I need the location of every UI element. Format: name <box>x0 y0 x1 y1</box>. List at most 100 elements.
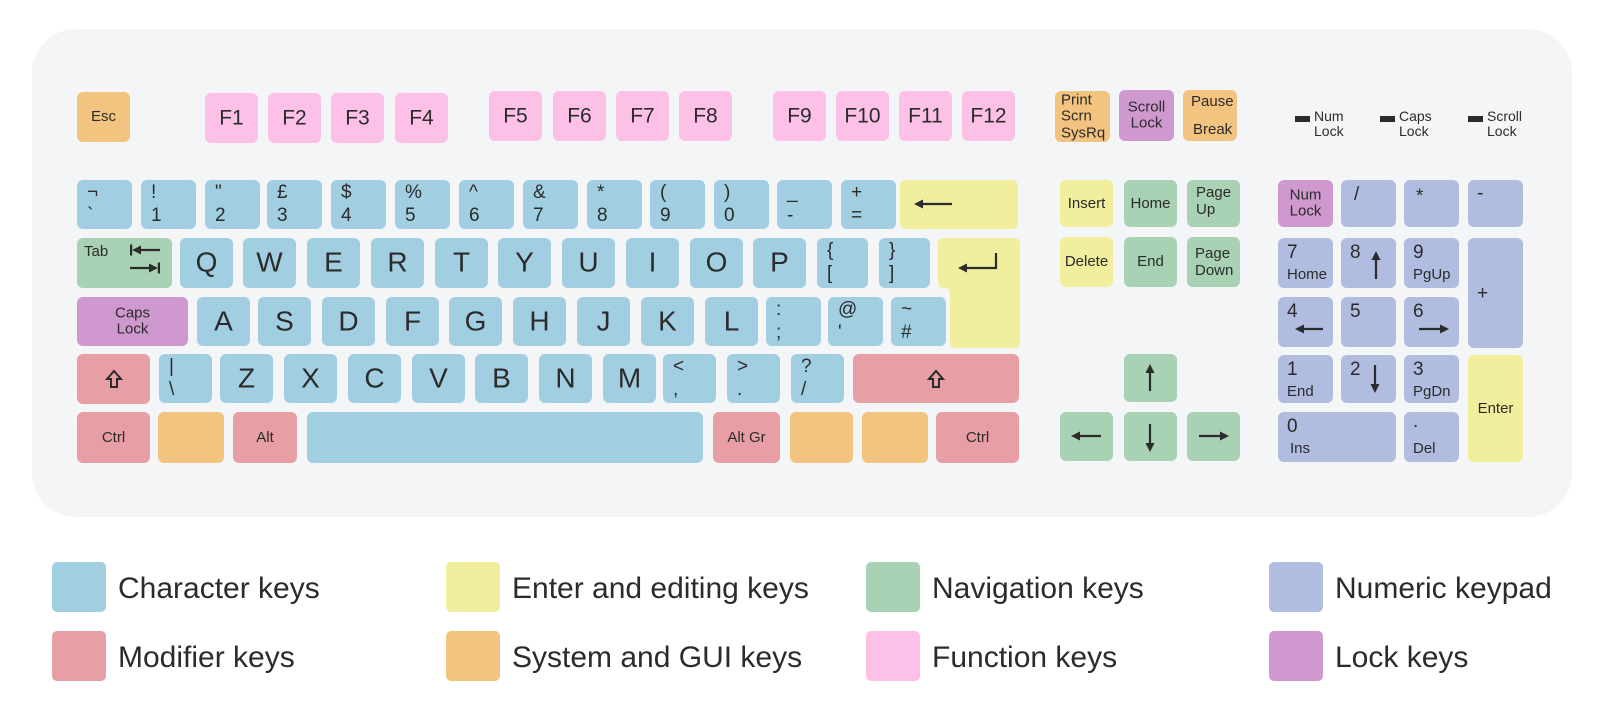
number-row-key[interactable]: ¬ ` <box>77 180 132 229</box>
backslash-key[interactable]: | \ <box>159 354 212 403</box>
number-row-key[interactable]: % 5 <box>395 180 450 229</box>
num-lock-key[interactable]: Num Lock <box>1278 180 1333 227</box>
function-key-f10[interactable]: F10 <box>836 91 889 141</box>
function-key-f5[interactable]: F5 <box>489 91 542 141</box>
letter-key-u[interactable]: U <box>562 238 615 288</box>
insert-key[interactable]: Insert <box>1060 180 1113 227</box>
number-row-key[interactable]: * 8 <box>587 180 642 229</box>
numpad-4-key[interactable]: 4 <box>1278 297 1333 347</box>
punctuation-key[interactable]: @ ' <box>828 297 883 346</box>
left-gui-key[interactable] <box>158 412 224 463</box>
letter-key-f[interactable]: F <box>386 297 439 346</box>
punctuation-key[interactable]: ~ # <box>891 297 946 346</box>
alt-gr-key[interactable]: Alt Gr <box>713 412 780 463</box>
space-bar[interactable] <box>307 412 703 463</box>
numpad-2-key[interactable]: 2 <box>1341 355 1396 403</box>
numpad-minus-key[interactable]: - <box>1468 180 1523 227</box>
letter-key-e[interactable]: E <box>307 238 360 288</box>
number-row-key[interactable]: ) 0 <box>714 180 769 229</box>
letter-key-b[interactable]: B <box>475 354 528 403</box>
page-down-key[interactable]: Page Down <box>1187 237 1240 287</box>
letter-key-w[interactable]: W <box>243 238 296 288</box>
letter-key-q[interactable]: Q <box>180 238 233 288</box>
punctuation-key[interactable]: :; <box>766 297 821 346</box>
tab-key[interactable]: Tab <box>77 238 172 288</box>
function-key-f12[interactable]: F12 <box>962 91 1015 141</box>
letter-key-t[interactable]: T <box>435 238 488 288</box>
right-ctrl-key[interactable]: Ctrl <box>936 412 1019 463</box>
left-ctrl-key[interactable]: Ctrl <box>77 412 150 463</box>
numpad-decimal-key[interactable]: . Del <box>1404 412 1459 462</box>
number-row-key[interactable]: £3 <box>267 180 322 229</box>
function-key-f1[interactable]: F1 <box>205 93 258 143</box>
numpad-7-key[interactable]: 7 Home <box>1278 238 1333 288</box>
numpad-divide-key[interactable]: / <box>1341 180 1396 227</box>
bracket-key[interactable]: }] <box>879 238 930 288</box>
letter-key-x[interactable]: X <box>284 354 337 403</box>
letter-key-m[interactable]: M <box>603 354 656 403</box>
letter-key-o[interactable]: O <box>690 238 743 288</box>
numpad-multiply-key[interactable]: * <box>1404 180 1459 227</box>
number-row-key[interactable]: ! 1 <box>141 180 196 229</box>
numpad-9-key[interactable]: 9 PgUp <box>1404 238 1459 288</box>
punctuation-key[interactable]: ? / <box>791 354 844 403</box>
function-key-f6[interactable]: F6 <box>553 91 606 141</box>
punctuation-key[interactable]: <, <box>663 354 716 403</box>
arrow-left-key[interactable] <box>1060 412 1113 461</box>
numpad-5-key[interactable]: 5 <box>1341 297 1396 347</box>
number-row-key[interactable]: $4 <box>331 180 386 229</box>
number-row-key[interactable]: & 7 <box>523 180 578 229</box>
left-shift-key[interactable] <box>77 354 150 404</box>
numpad-6-key[interactable]: 6 <box>1404 297 1459 347</box>
delete-key[interactable]: Delete <box>1060 237 1113 287</box>
esc-key[interactable]: Esc <box>77 92 130 142</box>
numpad-3-key[interactable]: 3 PgDn <box>1404 355 1459 403</box>
letter-key-y[interactable]: Y <box>498 238 551 288</box>
end-key[interactable]: End <box>1124 237 1177 287</box>
numpad-1-key[interactable]: 1 End <box>1278 355 1333 403</box>
print-screen-key[interactable]: Print Scrn SysRq <box>1055 91 1110 142</box>
number-row-key[interactable]: " 2 <box>205 180 260 229</box>
letter-key-g[interactable]: G <box>449 297 502 346</box>
arrow-up-key[interactable] <box>1124 354 1177 402</box>
scroll-lock-key[interactable]: Scroll Lock <box>1119 90 1174 141</box>
letter-key-d[interactable]: D <box>322 297 375 346</box>
page-up-key[interactable]: Page Up <box>1187 180 1240 227</box>
letter-key-p[interactable]: P <box>753 238 806 288</box>
function-key-f7[interactable]: F7 <box>616 91 669 141</box>
pause-break-key[interactable]: Pause Break <box>1183 90 1237 141</box>
home-key[interactable]: Home <box>1124 180 1177 227</box>
numpad-enter-key[interactable]: Enter <box>1468 355 1523 462</box>
function-key-f2[interactable]: F2 <box>268 93 321 143</box>
function-key-f8[interactable]: F8 <box>679 91 732 141</box>
letter-key-n[interactable]: N <box>539 354 592 403</box>
letter-key-h[interactable]: H <box>513 297 566 346</box>
number-row-key[interactable]: (9 <box>650 180 705 229</box>
caps-lock-key[interactable]: Caps Lock <box>77 297 188 346</box>
arrow-right-key[interactable] <box>1187 412 1240 461</box>
letter-key-a[interactable]: A <box>197 297 250 346</box>
right-gui-key[interactable] <box>790 412 853 463</box>
menu-key[interactable] <box>862 412 928 463</box>
right-shift-key[interactable] <box>853 354 1019 403</box>
function-key-f11[interactable]: F11 <box>899 91 952 141</box>
backspace-key[interactable] <box>900 180 1018 229</box>
letter-key-k[interactable]: K <box>641 297 694 346</box>
number-row-key[interactable]: ^ 6 <box>459 180 514 229</box>
letter-key-s[interactable]: S <box>258 297 311 346</box>
letter-key-r[interactable]: R <box>371 238 424 288</box>
function-key-f4[interactable]: F4 <box>395 93 448 143</box>
function-key-f9[interactable]: F9 <box>773 91 826 141</box>
alt-key[interactable]: Alt <box>233 412 297 463</box>
letter-key-c[interactable]: C <box>348 354 401 403</box>
number-row-key[interactable]: _ - <box>777 180 832 229</box>
letter-key-v[interactable]: V <box>412 354 465 403</box>
letter-key-l[interactable]: L <box>705 297 758 346</box>
number-row-key[interactable]: + = <box>841 180 896 229</box>
letter-key-i[interactable]: I <box>626 238 679 288</box>
bracket-key[interactable]: {[ <box>817 238 868 288</box>
numpad-plus-key[interactable]: + <box>1468 238 1523 348</box>
arrow-down-key[interactable] <box>1124 412 1177 461</box>
numpad-8-key[interactable]: 8 <box>1341 238 1396 288</box>
letter-key-z[interactable]: Z <box>220 354 273 403</box>
